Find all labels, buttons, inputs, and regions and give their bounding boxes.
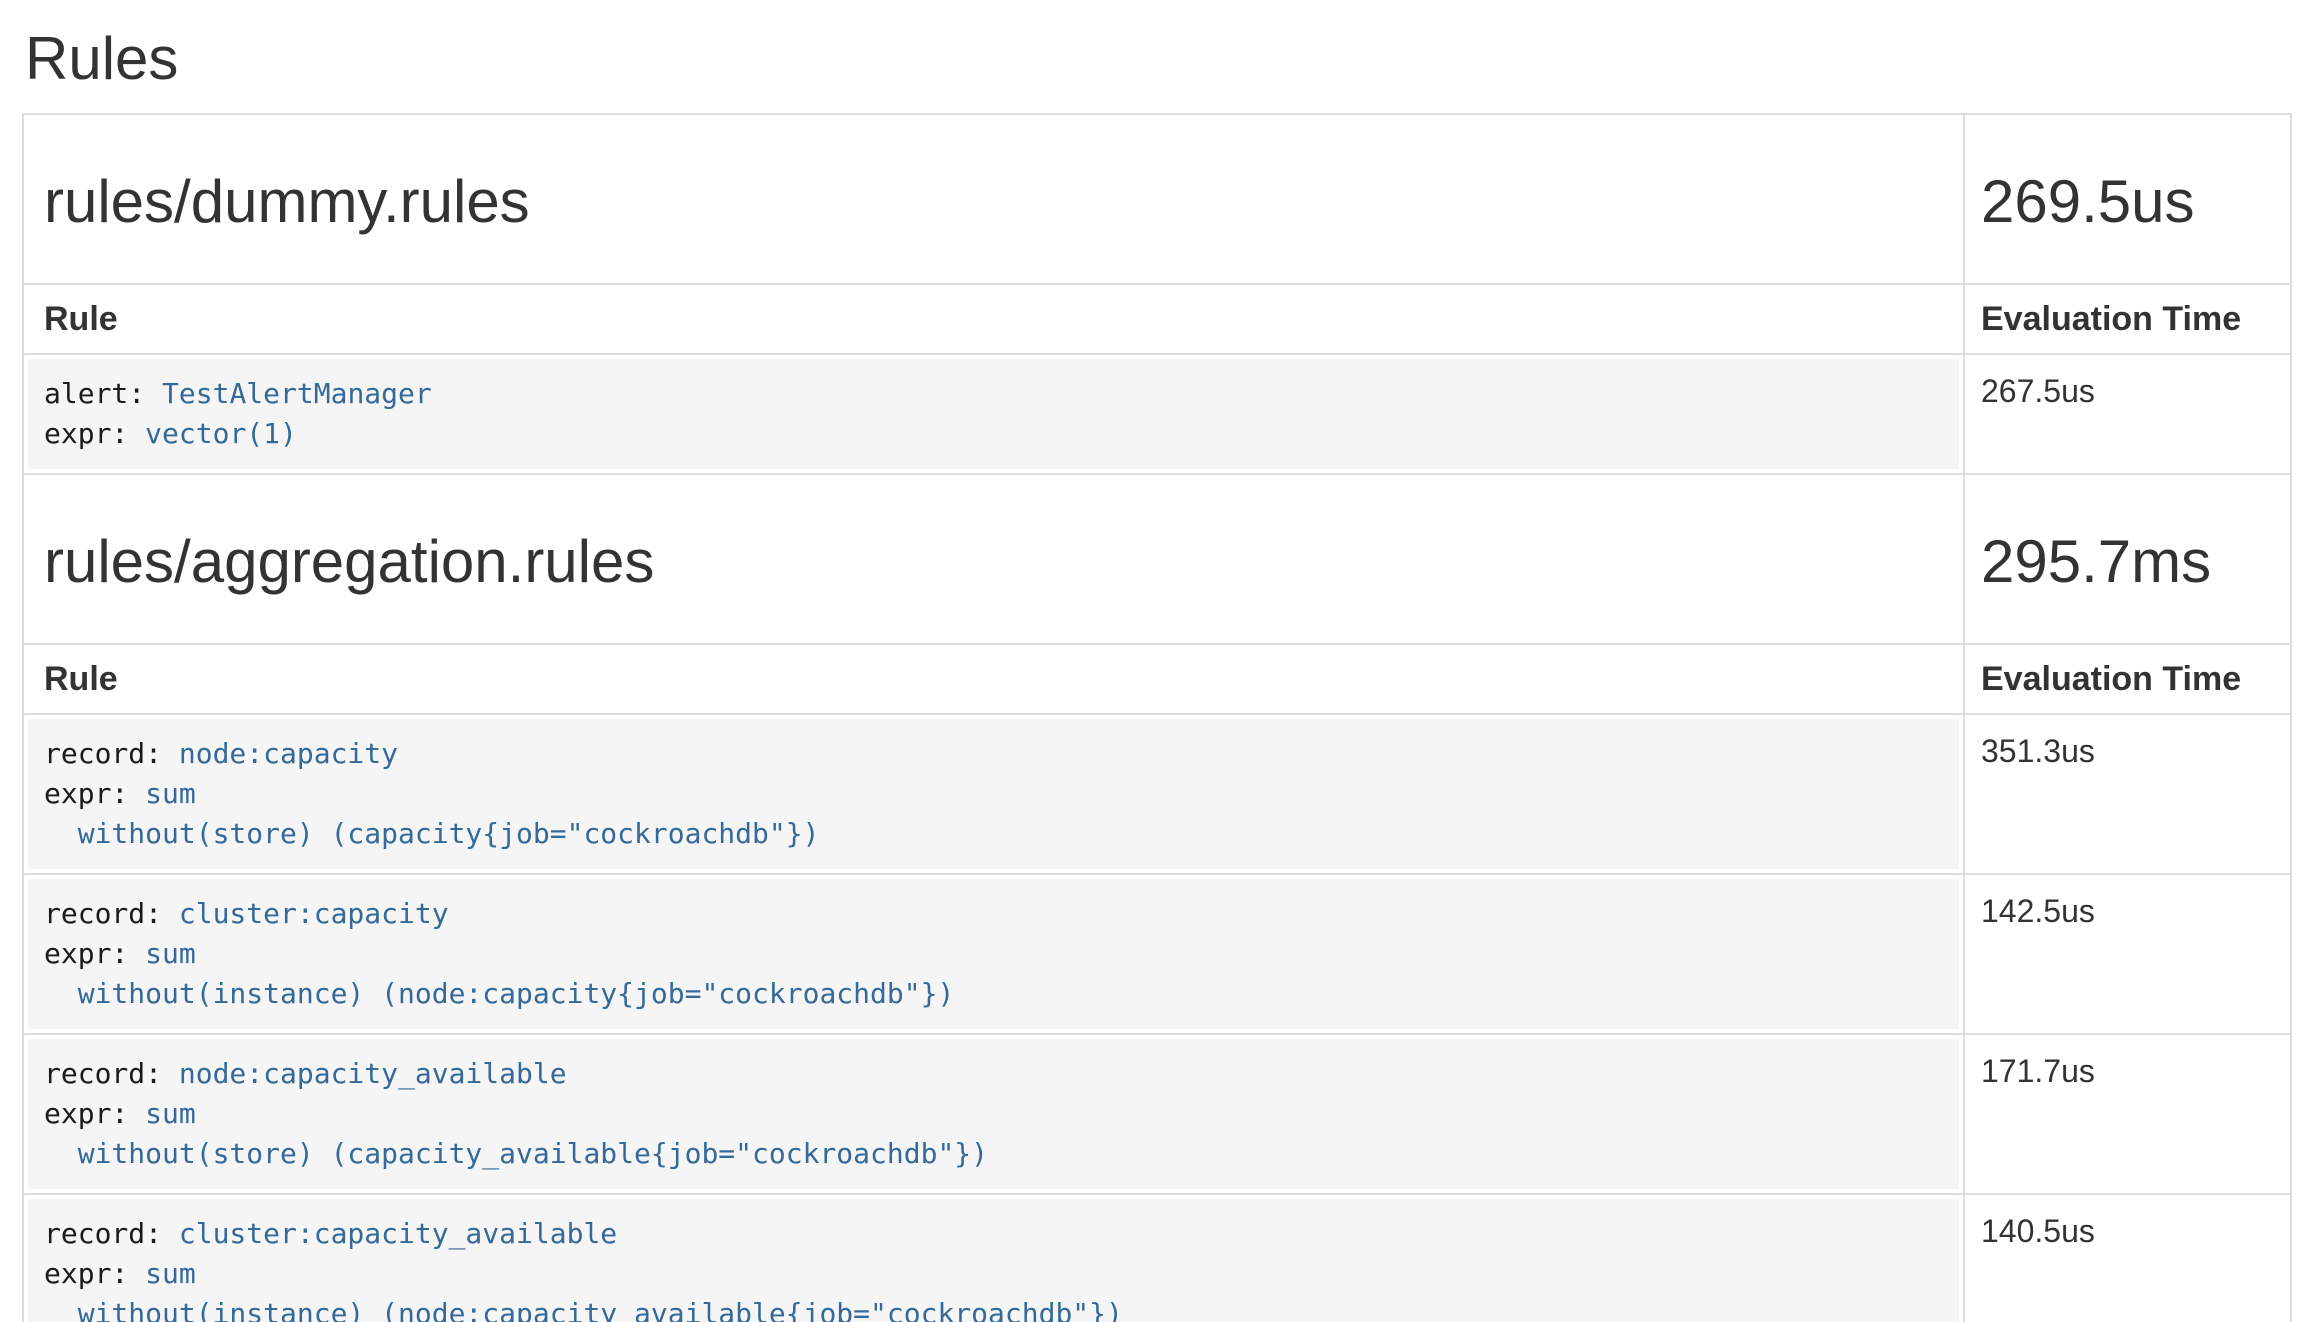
code-line: record: cluster:capacity_available xyxy=(44,1214,1943,1254)
code-key: record: xyxy=(44,737,179,770)
rule-name-link[interactable]: cluster:capacity_available xyxy=(179,1217,617,1250)
code-line: expr: sum xyxy=(44,934,1943,974)
code-key: expr: xyxy=(44,777,145,810)
rule-code-block: alert: TestAlertManager expr: vector(1) xyxy=(28,359,1959,469)
group-file-name: rules/dummy.rules xyxy=(44,169,1947,235)
rule-code-block: record: cluster:capacity expr: sum witho… xyxy=(28,879,1959,1029)
code-line: without(store) (capacity_available{job="… xyxy=(44,1134,1943,1174)
group-heading-row: rules/dummy.rules 269.5us xyxy=(23,114,2291,284)
rule-name-link[interactable]: node:capacity_available xyxy=(179,1057,567,1090)
rule-expr-link[interactable]: sum xyxy=(145,1097,196,1130)
group-file-name: rules/aggregation.rules xyxy=(44,529,1947,595)
rule-cell: record: node:capacity expr: sum without(… xyxy=(23,714,1964,874)
evaluation-time-cell: 140.5us xyxy=(1964,1194,2291,1322)
rule-expr-link[interactable]: without(instance) (node:capacity{job="co… xyxy=(44,977,954,1010)
code-key: record: xyxy=(44,1057,179,1090)
code-line: without(instance) (node:capacity_availab… xyxy=(44,1294,1943,1322)
rule-cell: record: cluster:capacity_available expr:… xyxy=(23,1194,1964,1322)
evaluation-time-cell: 142.5us xyxy=(1964,874,2291,1034)
code-line: record: cluster:capacity xyxy=(44,894,1943,934)
rule-cell: record: node:capacity_available expr: su… xyxy=(23,1034,1964,1194)
code-line: expr: sum xyxy=(44,774,1943,814)
page-title: Rules xyxy=(25,26,2316,92)
rule-row: record: cluster:capacity_available expr:… xyxy=(23,1194,2291,1322)
rule-name-link[interactable]: cluster:capacity xyxy=(179,897,449,930)
code-line: record: node:capacity_available xyxy=(44,1054,1943,1094)
code-key: record: xyxy=(44,897,179,930)
group-name-cell: rules/aggregation.rules xyxy=(23,474,1964,644)
code-line: expr: sum xyxy=(44,1094,1943,1134)
rules-page: Rules rules/dummy.rules 269.5us Rule Eva… xyxy=(0,0,2316,1322)
rule-row: record: cluster:capacity expr: sum witho… xyxy=(23,874,2291,1034)
group-heading-row: rules/aggregation.rules 295.7ms xyxy=(23,474,2291,644)
code-key: expr: xyxy=(44,1097,145,1130)
rule-expr-link[interactable]: sum xyxy=(145,777,196,810)
rule-cell: record: cluster:capacity expr: sum witho… xyxy=(23,874,1964,1034)
code-line: without(instance) (node:capacity{job="co… xyxy=(44,974,1943,1014)
code-line: expr: vector(1) xyxy=(44,414,1943,454)
rule-row: record: node:capacity expr: sum without(… xyxy=(23,714,2291,874)
group-eval-time: 295.7ms xyxy=(1981,529,2290,595)
rule-code-block: record: node:capacity expr: sum without(… xyxy=(28,719,1959,869)
rule-expr-link[interactable]: without(instance) (node:capacity_availab… xyxy=(44,1297,1123,1322)
code-line: expr: sum xyxy=(44,1254,1943,1294)
group-eval-time: 269.5us xyxy=(1981,169,2290,235)
column-header-evaluation-time: Evaluation Time xyxy=(1964,284,2291,354)
column-header-evaluation-time: Evaluation Time xyxy=(1964,644,2291,714)
group-eval-time-cell: 269.5us xyxy=(1964,114,2291,284)
code-key: expr: xyxy=(44,1257,145,1290)
column-header-rule: Rule xyxy=(23,284,1964,354)
code-line: record: node:capacity xyxy=(44,734,1943,774)
evaluation-time-cell: 171.7us xyxy=(1964,1034,2291,1194)
code-line: alert: TestAlertManager xyxy=(44,374,1943,414)
rule-code-block: record: cluster:capacity_available expr:… xyxy=(28,1199,1959,1322)
rules-table: rules/dummy.rules 269.5us Rule Evaluatio… xyxy=(22,113,2292,1322)
rule-row: alert: TestAlertManager expr: vector(1) … xyxy=(23,354,2291,474)
rule-row: record: node:capacity_available expr: su… xyxy=(23,1034,2291,1194)
group-eval-time-cell: 295.7ms xyxy=(1964,474,2291,644)
rule-expr-link[interactable]: sum xyxy=(145,1257,196,1290)
code-key: alert: xyxy=(44,377,162,410)
rule-name-link[interactable]: TestAlertManager xyxy=(162,377,432,410)
column-header-row: Rule Evaluation Time xyxy=(23,284,2291,354)
column-header-rule: Rule xyxy=(23,644,1964,714)
group-name-cell: rules/dummy.rules xyxy=(23,114,1964,284)
column-header-row: Rule Evaluation Time xyxy=(23,644,2291,714)
evaluation-time-cell: 351.3us xyxy=(1964,714,2291,874)
evaluation-time-cell: 267.5us xyxy=(1964,354,2291,474)
rule-cell: alert: TestAlertManager expr: vector(1) xyxy=(23,354,1964,474)
rule-expr-link[interactable]: without(store) (capacity{job="cockroachd… xyxy=(44,817,819,850)
code-key: expr: xyxy=(44,417,145,450)
code-key: expr: xyxy=(44,937,145,970)
code-line: without(store) (capacity{job="cockroachd… xyxy=(44,814,1943,854)
rule-expr-link[interactable]: sum xyxy=(145,937,196,970)
rule-expr-link[interactable]: vector(1) xyxy=(145,417,297,450)
rule-code-block: record: node:capacity_available expr: su… xyxy=(28,1039,1959,1189)
rule-expr-link[interactable]: without(store) (capacity_available{job="… xyxy=(44,1137,988,1170)
code-key: record: xyxy=(44,1217,179,1250)
rule-name-link[interactable]: node:capacity xyxy=(179,737,398,770)
